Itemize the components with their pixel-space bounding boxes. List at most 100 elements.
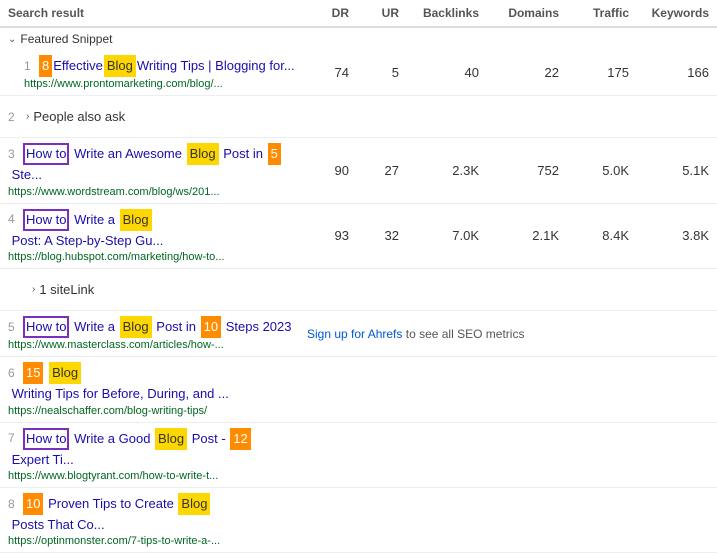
col-keywords: Keywords [629,6,709,20]
col-backlinks: Backlinks [399,6,479,20]
title-text: Posts That Co... [8,516,105,534]
metric-dr: 90 [299,163,349,178]
highlight-blog: Blog [120,209,152,231]
table-row: 7 How to Write a Good Blog Post - 12 Exp… [0,423,717,488]
col-traffic: Traffic [559,6,629,20]
result-title[interactable]: 3 How to Write an Awesome Blog Post in 5… [8,143,299,184]
highlight-num: 12 [230,428,250,450]
table-row: 8 10 Proven Tips to Create Blog Posts Th… [0,488,717,553]
highlight-num: 8 [39,55,52,77]
result-cell: 2 › People also ask [8,109,299,124]
col-search-result: Search result [8,6,299,20]
result-title[interactable]: 7 How to Write a Good Blog Post - 12 Exp… [8,428,299,469]
metric-traffic: 8.4K [559,228,629,243]
row-number: 8 [8,496,22,513]
highlight-blog: Blog [187,143,219,165]
title-text [44,364,48,382]
result-url[interactable]: https://www.prontomarketing.com/blog/... [24,78,299,90]
result-url[interactable]: https://www.masterclass.com/articles/how… [8,339,299,351]
metric-domains: 752 [479,163,559,178]
highlight-blog: Blog [49,362,81,384]
signup-cta: Sign up for Ahrefs to see all SEO metric… [299,327,709,341]
title-text: Write an Awesome [70,145,185,163]
chevron-down-icon: ⌄ [8,34,16,45]
result-cell: 6 15 Blog Writing Tips for Before, Durin… [8,362,299,416]
table-row: 3 How to Write an Awesome Blog Post in 5… [0,138,717,203]
highlight-num: 5 [268,143,281,165]
result-cell: 5 How to Write a Blog Post in 10 Steps 2… [8,316,299,351]
highlight-howto: How to [23,209,69,231]
metric-ur: 5 [349,65,399,80]
signup-text: to see all SEO metrics [406,327,525,341]
col-dr: DR [299,6,349,20]
result-url[interactable]: https://www.wordstream.com/blog/ws/201..… [8,186,299,198]
metric-domains: 2.1K [479,228,559,243]
highlight-blog: Blog [104,55,136,77]
title-text: Writing Tips | Blogging for... [137,57,295,75]
title-text: Ste... [8,166,42,184]
title-text: Post: A Step-by-Step Gu... [8,232,163,250]
highlight-blog: Blog [155,428,187,450]
title-text: Write a Good [70,430,154,448]
chevron-right-icon: › [26,111,29,122]
row-number: 4 [8,211,22,228]
metric-traffic: 5.0K [559,163,629,178]
results-table: Search result DR UR Backlinks Domains Tr… [0,0,717,553]
title-text: Steps 2023 [222,318,291,336]
col-ur: UR [349,6,399,20]
result-title[interactable]: 4 How to Write a Blog Post: A Step-by-St… [8,209,299,250]
table-row: 1 8 Effective Blog Writing Tips | Bloggi… [0,50,717,96]
table-row: 4 How to Write a Blog Post: A Step-by-St… [0,204,717,269]
sitelink-row: › 1 siteLink [0,269,717,311]
metric-backlinks: 40 [399,65,479,80]
col-domains: Domains [479,6,559,20]
highlight-num: 15 [23,362,43,384]
people-also-ask-row: 2 › People also ask [0,96,717,138]
row-number: 2 [8,110,22,124]
metric-domains: 22 [479,65,559,80]
metric-ur: 32 [349,228,399,243]
title-text: Proven Tips to Create [44,495,177,513]
table-row: 5 How to Write a Blog Post in 10 Steps 2… [0,311,717,357]
table-row: 6 15 Blog Writing Tips for Before, Durin… [0,357,717,422]
result-url[interactable]: https://nealschaffer.com/blog-writing-ti… [8,405,299,417]
metric-dr: 74 [299,65,349,80]
row-number: 1 [24,58,38,75]
row-number: 7 [8,430,22,447]
metric-keywords: 166 [629,65,709,80]
row-number: 6 [8,365,22,382]
highlight-blog: Blog [178,493,210,515]
result-cell: 3 How to Write an Awesome Blog Post in 5… [8,143,299,197]
highlight-howto: How to [23,428,69,450]
metric-backlinks: 2.3K [399,163,479,178]
sitelink-label[interactable]: 1 siteLink [39,282,94,297]
result-cell: 4 How to Write a Blog Post: A Step-by-St… [8,209,299,263]
metric-traffic: 175 [559,65,629,80]
title-text: Write a [70,211,118,229]
highlight-num: 10 [201,316,221,338]
result-title[interactable]: 6 15 Blog Writing Tips for Before, Durin… [8,362,299,403]
title-text: Write a [70,318,118,336]
highlight-howto: How to [23,143,69,165]
result-title[interactable]: 1 8 Effective Blog Writing Tips | Bloggi… [24,55,299,77]
result-url[interactable]: https://blog.hubspot.com/marketing/how-t… [8,251,299,263]
result-title[interactable]: 8 10 Proven Tips to Create Blog Posts Th… [8,493,299,534]
title-text: Post in [220,145,267,163]
row-number: 5 [8,319,22,336]
highlight-num: 10 [23,493,43,515]
result-cell: 8 10 Proven Tips to Create Blog Posts Th… [8,493,299,547]
highlight-blog: Blog [120,316,152,338]
title-text: Post - [188,430,229,448]
signup-link[interactable]: Sign up for Ahrefs [307,327,402,341]
result-url[interactable]: https://www.blogtyrant.com/how-to-write-… [8,470,299,482]
title-text: Expert Ti... [8,451,74,469]
table-header: Search result DR UR Backlinks Domains Tr… [0,0,717,28]
metric-backlinks: 7.0K [399,228,479,243]
highlight-howto: How to [23,316,69,338]
people-also-ask-label[interactable]: People also ask [33,109,125,124]
metric-keywords: 3.8K [629,228,709,243]
result-cell: 1 8 Effective Blog Writing Tips | Bloggi… [24,55,299,90]
metric-keywords: 5.1K [629,163,709,178]
result-title[interactable]: 5 How to Write a Blog Post in 10 Steps 2… [8,316,299,338]
result-url[interactable]: https://optinmonster.com/7-tips-to-write… [8,535,299,547]
